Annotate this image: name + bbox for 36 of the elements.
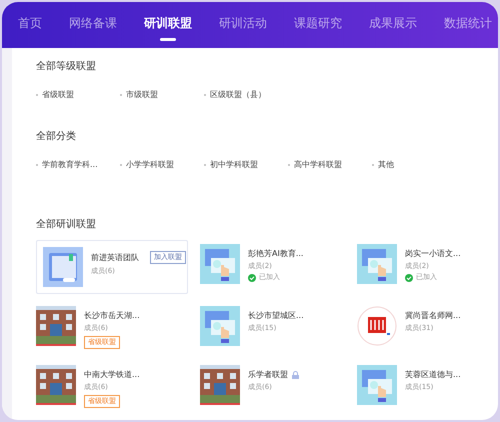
filter-option[interactable]: 省级联盟 — [42, 90, 74, 100]
section-heading: 全部研训联盟 — [36, 218, 96, 232]
filter-option[interactable]: 高中学科联盟 — [294, 160, 342, 170]
filter-option[interactable]: 市级联盟 — [126, 90, 158, 100]
check-icon — [405, 274, 413, 282]
alliance-name: 长沙市岳天湖... — [84, 310, 140, 321]
nav-tab[interactable]: 研训活动 — [219, 16, 267, 30]
filter-option[interactable]: 学前教育学科... — [42, 160, 98, 170]
active-tab-underline — [160, 38, 176, 41]
alliance-name: 岗实一小语文... — [405, 248, 461, 259]
touch-screen-icon — [357, 244, 397, 284]
nav-tab[interactable]: 课题研究 — [294, 16, 342, 30]
alliance-name: 前进英语团队 — [91, 252, 139, 263]
filter-option[interactable]: 其他 — [378, 160, 394, 170]
check-icon — [248, 274, 256, 282]
alliance-name: 冀尚晋名师网... — [405, 310, 461, 321]
touch-screen-icon — [200, 306, 240, 346]
section-heading: 全部分类 — [36, 130, 76, 144]
filter-option[interactable]: 区级联盟（县） — [210, 90, 266, 100]
alliance-name: 长沙市望城区... — [248, 310, 304, 321]
nav-tab[interactable]: 成果展示 — [369, 16, 417, 30]
book-icon — [43, 247, 83, 287]
nav-tab[interactable]: 数据统计 — [444, 16, 492, 30]
alliance-name: 彭艳芳AI教育... — [248, 248, 304, 259]
nav-tab[interactable]: 研训联盟 — [144, 16, 192, 30]
nav-tab[interactable]: 首页 — [18, 16, 42, 30]
nav-tab[interactable]: 网络备课 — [69, 16, 117, 30]
alliance-name: 乐学者联盟 — [248, 369, 288, 380]
alliance-name: 芙蓉区道德与... — [405, 369, 461, 380]
section-heading: 全部等级联盟 — [36, 60, 96, 74]
filter-option[interactable]: 小学学科联盟 — [126, 160, 174, 170]
filter-option[interactable]: 初中学科联盟 — [210, 160, 258, 170]
touch-screen-icon — [357, 365, 397, 405]
logo-icon — [357, 306, 397, 346]
touch-screen-icon — [200, 244, 240, 284]
alliance-name: 中南大学铁道... — [84, 369, 140, 380]
